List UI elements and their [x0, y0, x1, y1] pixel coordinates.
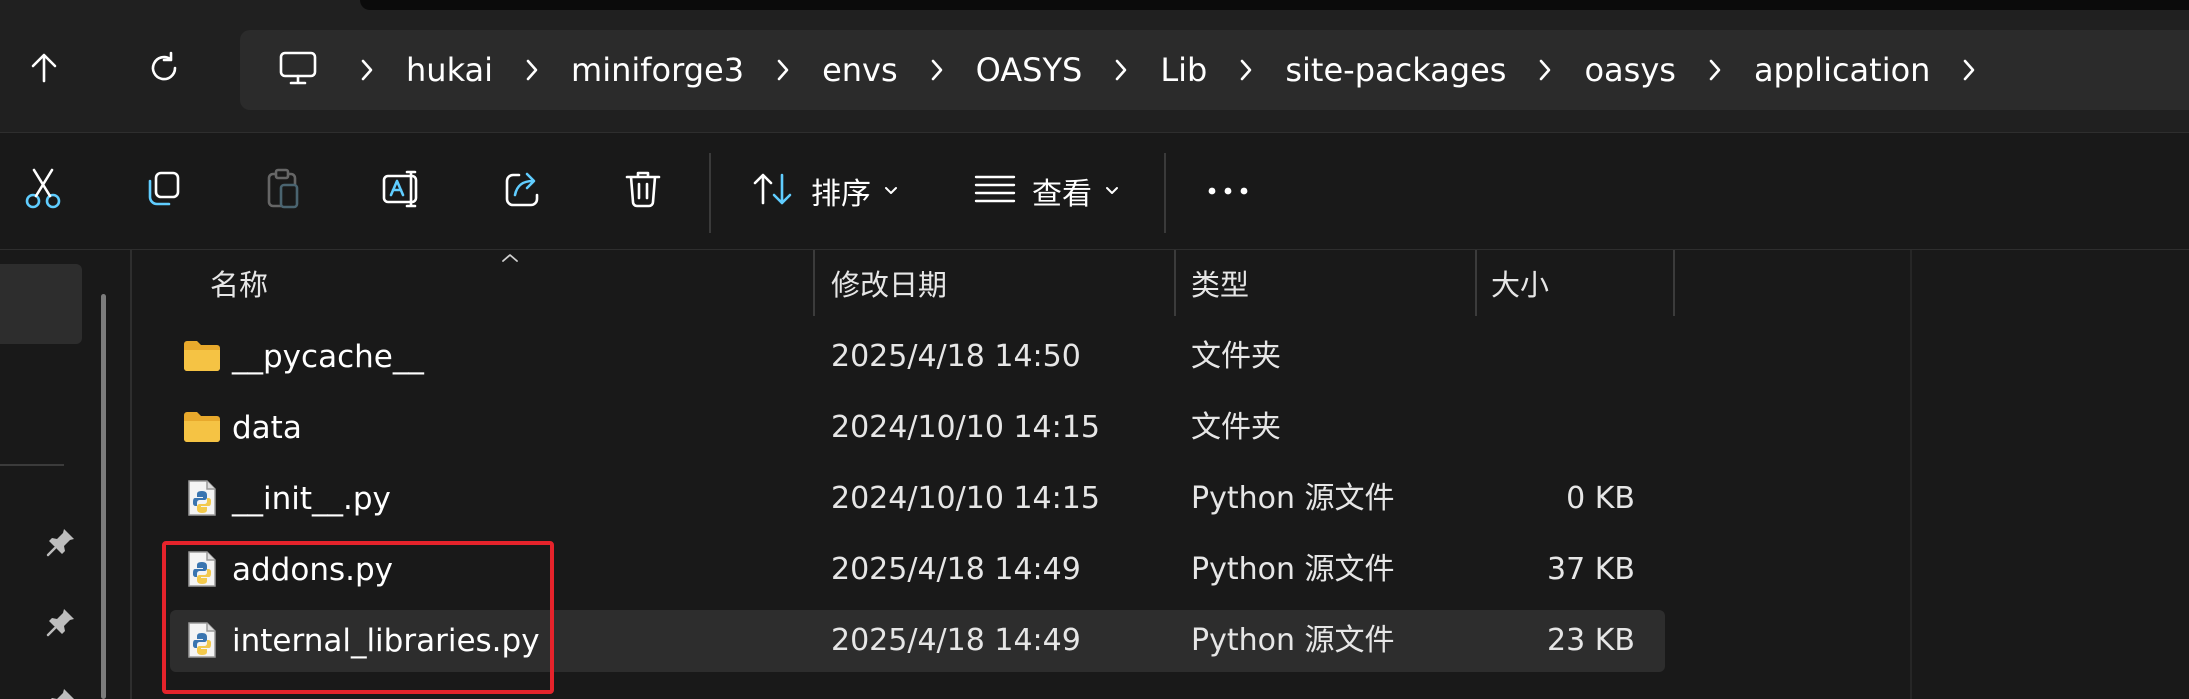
nav-pane-scrollbar[interactable] — [101, 294, 106, 699]
file-name: addons.py — [232, 552, 393, 588]
breadcrumb-item[interactable]: miniforge3 — [571, 40, 744, 100]
paste-button[interactable] — [254, 157, 312, 225]
column-divider[interactable] — [813, 250, 815, 316]
column-divider[interactable] — [1673, 250, 1675, 316]
file-modified: 2025/4/18 14:50 — [831, 339, 1081, 374]
view-label: 查看 — [1032, 177, 1092, 212]
title-strip — [0, 0, 2189, 20]
copy-button[interactable] — [134, 157, 192, 225]
file-row[interactable]: addons.py 2025/4/18 14:49 Python 源文件 37 … — [170, 539, 1665, 601]
view-list-icon — [974, 173, 1016, 209]
nav-pane-selected-item[interactable] — [0, 264, 82, 344]
breadcrumb-item[interactable]: application — [1754, 40, 1931, 100]
clipboard-icon — [263, 167, 303, 215]
breadcrumb-item[interactable]: Lib — [1160, 40, 1207, 100]
share-button[interactable] — [494, 157, 552, 225]
chevron-right-icon[interactable] — [1106, 40, 1136, 100]
breadcrumb-item[interactable]: hukai — [406, 40, 493, 100]
file-size: 0 KB — [1566, 481, 1635, 516]
scissors-icon — [23, 167, 63, 215]
file-size: 37 KB — [1547, 552, 1635, 587]
column-divider[interactable] — [1475, 250, 1477, 316]
file-type: 文件夹 — [1191, 339, 1281, 374]
file-row[interactable]: __pycache__ 2025/4/18 14:50 文件夹 — [170, 326, 1665, 388]
file-row[interactable]: __init__.py 2024/10/10 14:15 Python 源文件 … — [170, 468, 1665, 530]
column-divider[interactable] — [1174, 250, 1176, 316]
file-modified: 2025/4/18 14:49 — [831, 623, 1081, 658]
file-name: data — [232, 410, 302, 446]
arrow-up-icon — [27, 51, 61, 89]
cut-button[interactable] — [14, 157, 72, 225]
chevron-right-icon[interactable] — [1530, 40, 1560, 100]
chevron-right-icon[interactable] — [922, 40, 952, 100]
command-bar: 排序 查看 — [0, 132, 2189, 250]
chevron-right-icon[interactable] — [1954, 40, 1984, 100]
sort-icon — [751, 169, 795, 213]
column-header-size[interactable]: 大小 — [1491, 250, 1671, 316]
file-modified: 2024/10/10 14:15 — [831, 410, 1100, 445]
breadcrumb-item[interactable]: OASYS — [976, 40, 1083, 100]
column-header-name[interactable]: 名称 — [210, 250, 810, 316]
file-type: Python 源文件 — [1191, 552, 1395, 587]
chevron-down-icon — [883, 182, 899, 201]
file-list: __pycache__ 2025/4/18 14:50 文件夹 data 202… — [132, 326, 1672, 699]
pin-icon[interactable] — [46, 687, 76, 699]
chevron-right-icon[interactable] — [352, 40, 382, 100]
breadcrumb-item[interactable]: envs — [822, 40, 898, 100]
breadcrumb-item[interactable]: site-packages — [1285, 40, 1506, 100]
chevron-right-icon[interactable] — [517, 40, 547, 100]
navigation-bar: hukai miniforge3 envs OASYS Lib site-pac… — [0, 20, 2189, 132]
more-button[interactable] — [1196, 157, 1260, 225]
command-separator — [1164, 153, 1166, 233]
refresh-button[interactable] — [136, 42, 192, 98]
more-icon — [1206, 182, 1250, 201]
copy-icon — [143, 169, 183, 213]
pin-icon[interactable] — [46, 527, 76, 557]
breadcrumb-item[interactable]: oasys — [1584, 40, 1675, 100]
file-explorer-window: hukai miniforge3 envs OASYS Lib site-pac… — [0, 0, 2189, 699]
chevron-down-icon — [1104, 182, 1120, 201]
tab-strip — [360, 0, 2189, 10]
sort-label: 排序 — [811, 177, 871, 212]
python-file-icon — [182, 549, 222, 589]
file-name: __pycache__ — [232, 339, 424, 375]
rename-icon — [381, 169, 425, 213]
file-modified: 2024/10/10 14:15 — [831, 481, 1100, 516]
sort-button[interactable]: 排序 — [740, 157, 910, 225]
right-pane-edge — [1910, 250, 1912, 699]
view-button[interactable]: 查看 — [962, 157, 1132, 225]
file-type: Python 源文件 — [1191, 481, 1395, 516]
address-bar[interactable]: hukai miniforge3 envs OASYS Lib site-pac… — [240, 30, 2189, 110]
command-separator — [709, 153, 711, 233]
delete-button[interactable] — [614, 157, 672, 225]
trash-icon — [623, 168, 663, 214]
chevron-right-icon[interactable] — [768, 40, 798, 100]
chevron-right-icon[interactable] — [1231, 40, 1261, 100]
file-modified: 2025/4/18 14:49 — [831, 552, 1081, 587]
share-icon — [503, 169, 543, 213]
file-row[interactable]: data 2024/10/10 14:15 文件夹 — [170, 397, 1665, 459]
python-file-icon — [182, 478, 222, 518]
folder-icon — [182, 336, 222, 376]
nav-pane-divider — [0, 464, 64, 466]
computer-icon — [278, 48, 318, 92]
file-type: 文件夹 — [1191, 410, 1281, 445]
column-header-modified[interactable]: 修改日期 — [831, 250, 1161, 316]
file-name: __init__.py — [232, 481, 391, 517]
column-headers: 名称 修改日期 类型 大小 — [132, 250, 2189, 316]
python-file-icon — [182, 620, 222, 660]
navigation-pane — [0, 250, 130, 699]
file-type: Python 源文件 — [1191, 623, 1395, 658]
folder-icon — [182, 407, 222, 447]
chevron-right-icon[interactable] — [1700, 40, 1730, 100]
breadcrumb-root[interactable] — [268, 40, 328, 100]
file-name: internal_libraries.py — [232, 623, 540, 659]
refresh-icon — [146, 50, 182, 90]
rename-button[interactable] — [374, 157, 432, 225]
pin-icon[interactable] — [46, 607, 76, 637]
up-button[interactable] — [16, 42, 72, 98]
file-row[interactable]: internal_libraries.py 2025/4/18 14:49 Py… — [170, 610, 1665, 672]
file-size: 23 KB — [1547, 623, 1635, 658]
column-header-type[interactable]: 类型 — [1191, 250, 1491, 316]
